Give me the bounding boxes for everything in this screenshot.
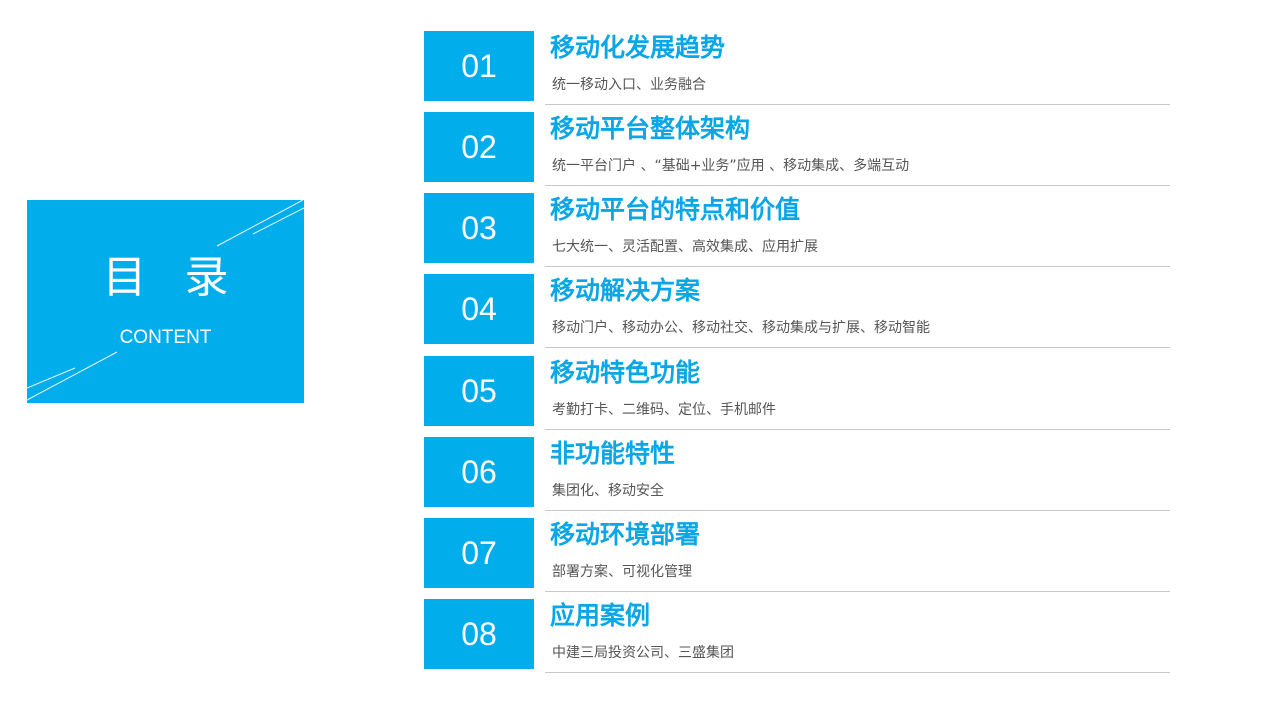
divider [545,104,1170,105]
toc-number: 01 [424,31,534,101]
toc-item-08[interactable]: 08 应用案例 中建三局投资公司、三盛集团 [424,599,1170,673]
toc-number: 06 [424,437,534,507]
toc-item-01[interactable]: 01 移动化发展趋势 统一移动入口、业务融合 [424,31,1170,105]
divider [545,591,1170,592]
toc-item-07[interactable]: 07 移动环境部署 部署方案、可视化管理 [424,518,1170,592]
toc-title: 非功能特性 [550,439,676,468]
toc-description: 移动门户、移动办公、移动社交、移动集成与扩展、移动智能 [552,320,930,336]
toc-description: 七大统一、灵活配置、高效集成、应用扩展 [552,239,818,255]
toc-number: 02 [424,112,534,182]
toc-number: 03 [424,193,534,263]
toc-title: 应用案例 [550,601,651,630]
toc-description: 部署方案、可视化管理 [552,564,692,580]
toc-description: 统一平台门户 、“基础+业务”应用 、移动集成、多端互动 [552,158,910,174]
toc-title: 移动化发展趋势 [550,33,726,62]
divider [545,672,1170,673]
toc-description: 中建三局投资公司、三盛集团 [552,645,734,661]
divider [545,266,1170,267]
divider [545,429,1170,430]
toc-description: 统一移动入口、业务融合 [552,77,706,93]
contents-subheading: CONTENT [119,327,212,348]
toc-item-03[interactable]: 03 移动平台的特点和价值 七大统一、灵活配置、高效集成、应用扩展 [424,193,1170,267]
toc-description: 考勤打卡、二维码、定位、手机邮件 [552,402,776,418]
toc-item-05[interactable]: 05 移动特色功能 考勤打卡、二维码、定位、手机邮件 [424,356,1170,430]
toc-item-02[interactable]: 02 移动平台整体架构 统一平台门户 、“基础+业务”应用 、移动集成、多端互动 [424,112,1170,186]
toc-title: 移动特色功能 [550,358,701,387]
toc-title: 移动平台的特点和价值 [550,195,801,224]
toc-description: 集团化、移动安全 [552,483,664,499]
toc-number: 04 [424,274,534,344]
divider [545,185,1170,186]
contents-title-box: 目 录 CONTENT [27,200,304,403]
toc-number: 08 [424,599,534,669]
divider [545,510,1170,511]
toc-number: 05 [424,356,534,426]
toc-item-06[interactable]: 06 非功能特性 集团化、移动安全 [424,437,1170,511]
contents-heading: 目 录 [102,252,241,303]
toc-number: 07 [424,518,534,588]
toc-title: 移动平台整体架构 [550,114,751,143]
slide: 目 录 CONTENT 01 移动化发展趋势 统一移动入口、业务融合 02 移动… [0,0,1280,720]
toc-title: 移动解决方案 [550,276,701,305]
toc-title: 移动环境部署 [550,520,701,549]
toc-item-04[interactable]: 04 移动解决方案 移动门户、移动办公、移动社交、移动集成与扩展、移动智能 [424,274,1170,348]
divider [545,347,1170,348]
